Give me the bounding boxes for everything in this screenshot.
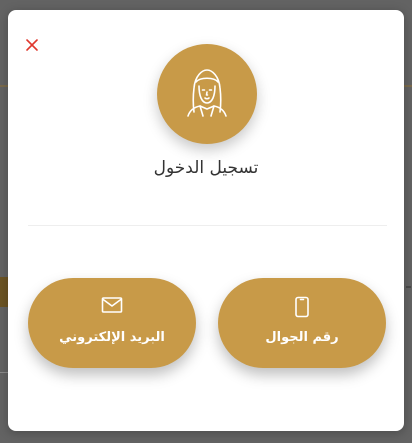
- avatar: [157, 44, 257, 144]
- close-button[interactable]: [24, 37, 40, 53]
- divider: [28, 225, 387, 226]
- phone-login-button[interactable]: رقم الجوال: [218, 278, 386, 368]
- envelope-icon: [101, 297, 123, 313]
- mobile-phone-icon: [295, 296, 309, 318]
- phone-login-label: رقم الجوال: [265, 330, 339, 345]
- close-icon: [26, 39, 38, 51]
- login-dialog: تسجيل الدخول البريد الإلكتروني رقم الجوا…: [8, 10, 404, 431]
- background-line: [0, 372, 8, 373]
- email-login-label: البريد الإلكتروني: [59, 330, 165, 345]
- woman-hijab-icon: [187, 69, 227, 117]
- dialog-title: تسجيل الدخول: [153, 158, 259, 178]
- background-glyph: [406, 286, 411, 288]
- email-login-button[interactable]: البريد الإلكتروني: [28, 278, 196, 368]
- background-element: [0, 277, 8, 307]
